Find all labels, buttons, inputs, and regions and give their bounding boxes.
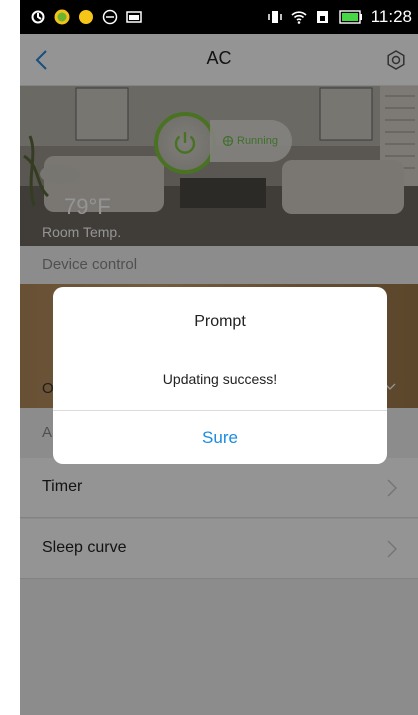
wifi-icon bbox=[291, 11, 307, 24]
app-icon bbox=[54, 9, 70, 25]
sync-icon bbox=[31, 10, 45, 24]
prompt-dialog: Prompt Updating success! Sure bbox=[53, 287, 387, 464]
sim-icon bbox=[316, 11, 328, 23]
glasses-icon bbox=[102, 9, 118, 25]
dialog-message: Updating success! bbox=[162, 371, 278, 387]
vibrate-icon bbox=[267, 11, 282, 23]
image-icon bbox=[126, 11, 142, 23]
status-bar-right: 11:28 bbox=[267, 7, 412, 27]
status-bar-left bbox=[30, 9, 142, 25]
status-time: 11:28 bbox=[370, 7, 412, 26]
phone-screen: 11:28 AC Running 79°F Room Temp. Device … bbox=[20, 0, 418, 715]
sure-button[interactable]: Sure bbox=[53, 411, 387, 464]
notification-dot-icon bbox=[79, 10, 93, 24]
status-bar: 11:28 bbox=[20, 0, 418, 34]
dialog-title: Prompt bbox=[194, 313, 246, 330]
battery-icon bbox=[339, 10, 362, 24]
